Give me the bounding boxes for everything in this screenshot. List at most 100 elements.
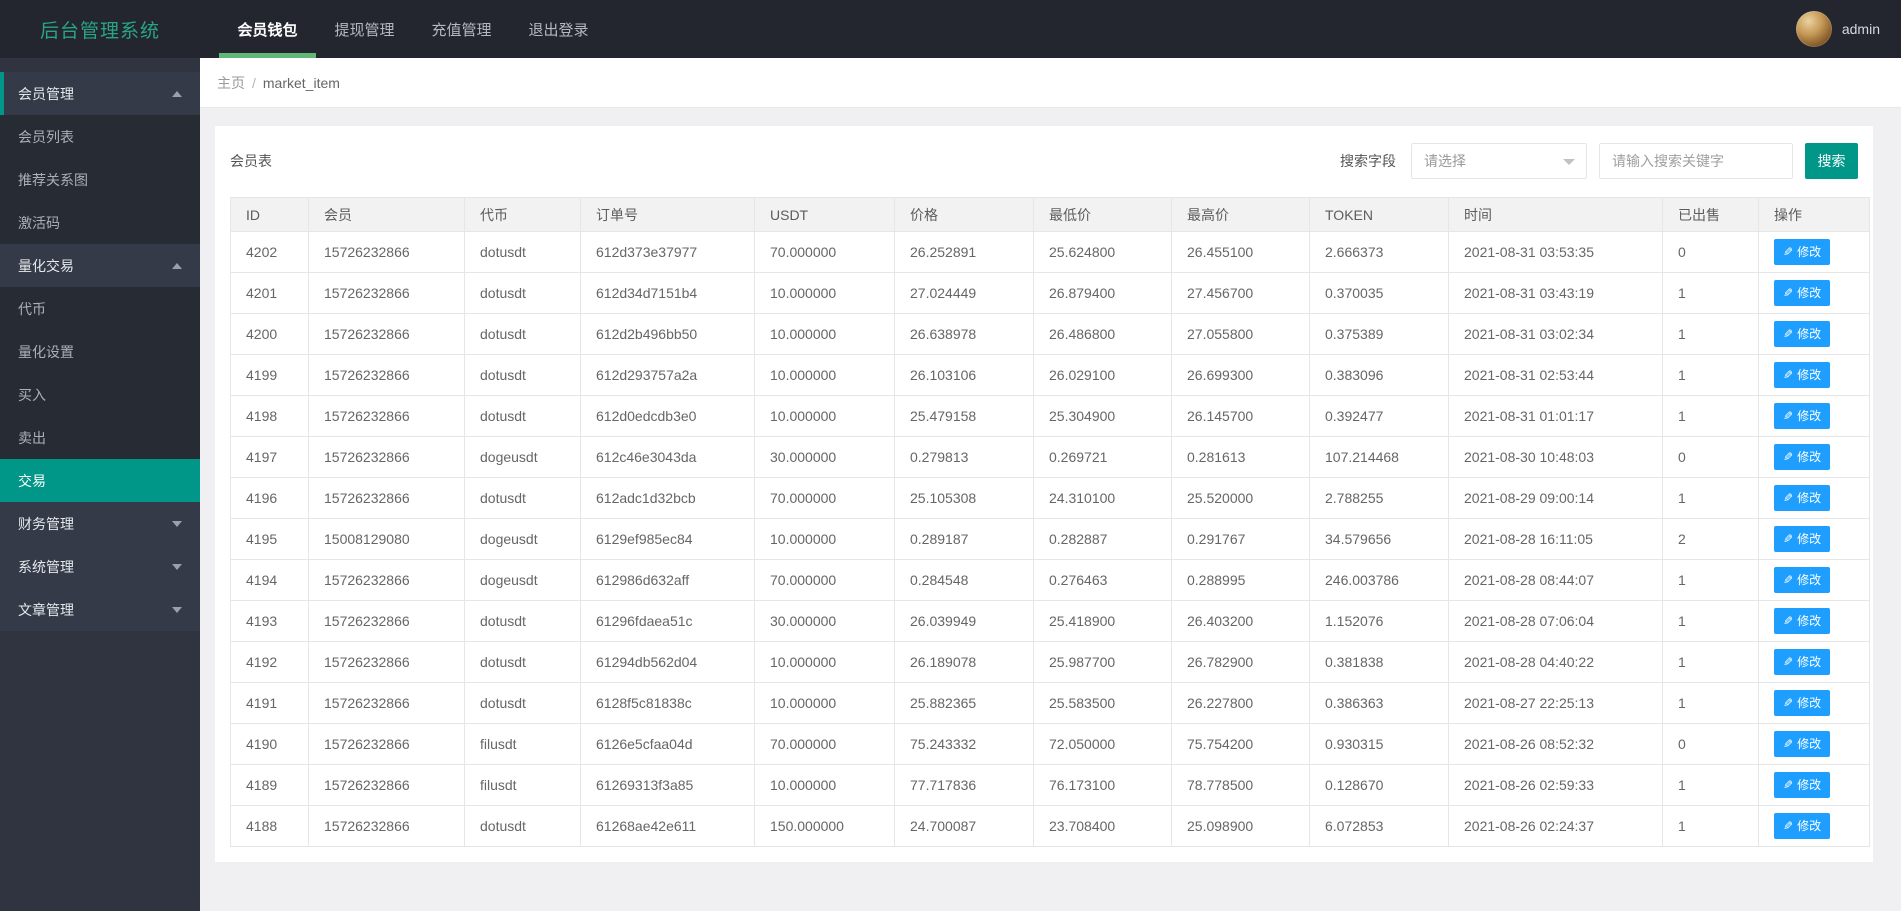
cell-time: 2021-08-31 03:53:35 (1448, 231, 1663, 273)
sidebar-item-13[interactable]: 文章管理 (0, 588, 200, 631)
cell-action: ✎ 修改 (1758, 641, 1870, 683)
sidebar-item-3[interactable]: 推荐关系图 (0, 158, 200, 201)
sidebar-item-1[interactable]: 会员管理 (0, 72, 200, 115)
cell-id: 4193 (230, 600, 309, 642)
cell-action: ✎ 修改 (1758, 559, 1870, 601)
cell-price: 24.700087 (894, 805, 1034, 847)
cell-time: 2021-08-28 08:44:07 (1448, 559, 1663, 601)
cell-order-no: 61269313f3a85 (580, 764, 755, 806)
sidebar-item-7[interactable]: 量化设置 (0, 330, 200, 373)
cell-token-amount: 0.392477 (1309, 395, 1449, 437)
cell-usdt: 30.000000 (754, 436, 895, 478)
sidebar-item-2[interactable]: 会员列表 (0, 115, 200, 158)
edit-button[interactable]: ✎ 修改 (1774, 403, 1831, 429)
edit-button[interactable]: ✎ 修改 (1774, 608, 1831, 634)
cell-usdt: 30.000000 (754, 600, 895, 642)
sidebar-item-5[interactable]: 量化交易 (0, 244, 200, 287)
edit-button[interactable]: ✎ 修改 (1774, 813, 1831, 839)
col-header-member: 会员 (308, 197, 465, 232)
cell-min-price: 25.418900 (1033, 600, 1172, 642)
cell-time: 2021-08-28 07:06:04 (1448, 600, 1663, 642)
cell-time: 2021-08-28 04:40:22 (1448, 641, 1663, 683)
edit-button[interactable]: ✎ 修改 (1774, 567, 1831, 593)
edit-button[interactable]: ✎ 修改 (1774, 772, 1831, 798)
sidebar-item-label: 量化交易 (18, 257, 74, 274)
cell-price: 75.243332 (894, 723, 1034, 765)
search-field-label: 搜索字段 (1340, 153, 1396, 169)
sidebar-item-12[interactable]: 系统管理 (0, 545, 200, 588)
cell-time: 2021-08-28 16:11:05 (1448, 518, 1663, 560)
edit-button-label: 修改 (1797, 819, 1822, 833)
edit-button[interactable]: ✎ 修改 (1774, 526, 1831, 552)
edit-button-label: 修改 (1797, 450, 1822, 464)
cell-price: 77.717836 (894, 764, 1034, 806)
tab-label: 充值管理 (431, 21, 492, 39)
cell-usdt: 10.000000 (754, 518, 895, 560)
edit-button[interactable]: ✎ 修改 (1774, 731, 1831, 757)
search-input[interactable] (1599, 143, 1793, 179)
cell-time: 2021-08-30 10:48:03 (1448, 436, 1663, 478)
edit-button[interactable]: ✎ 修改 (1774, 362, 1831, 388)
cell-max-price: 27.055800 (1171, 313, 1310, 355)
cell-id: 4200 (230, 313, 309, 355)
edit-icon: ✎ (1783, 573, 1794, 587)
cell-sold: 1 (1662, 477, 1759, 519)
edit-button[interactable]: ✎ 修改 (1774, 321, 1831, 347)
edit-button[interactable]: ✎ 修改 (1774, 280, 1831, 306)
table-row: 4194 15726232866 dogeusdt 612986d632aff 70.0… (230, 559, 1870, 601)
cell-member: 15726232866 (308, 764, 465, 806)
admin-username[interactable]: admin (1842, 21, 1880, 37)
sidebar-item-8[interactable]: 买入 (0, 373, 200, 416)
edit-button[interactable]: ✎ 修改 (1774, 690, 1831, 716)
table-row: 4191 15726232866 dotusdt 6128f5c81838c 10.00… (230, 682, 1870, 724)
cell-price: 26.103106 (894, 354, 1034, 396)
cell-max-price: 0.281613 (1171, 436, 1310, 478)
edit-icon: ✎ (1783, 245, 1794, 259)
cell-max-price: 0.288995 (1171, 559, 1310, 601)
cell-min-price: 23.708400 (1033, 805, 1172, 847)
cell-action: ✎ 修改 (1758, 764, 1870, 806)
tab-3[interactable]: 充值管理 (413, 0, 510, 58)
col-header-sold: 已出售 (1662, 197, 1759, 232)
tab-1[interactable]: 会员钱包 (219, 0, 316, 58)
col-header-max-price: 最高价 (1171, 197, 1310, 232)
cell-action: ✎ 修改 (1758, 395, 1870, 437)
sidebar-item-label: 激活码 (18, 214, 60, 231)
search-button[interactable]: 搜索 (1805, 143, 1858, 179)
tab-4[interactable]: 退出登录 (510, 0, 607, 58)
cell-token-name: filusdt (464, 723, 581, 765)
edit-button[interactable]: ✎ 修改 (1774, 239, 1831, 265)
search-field-select[interactable]: 请选择 (1411, 143, 1587, 179)
sidebar-item-10[interactable]: 交易 (0, 459, 200, 502)
cell-order-no: 6129ef985ec84 (580, 518, 755, 560)
breadcrumb-home[interactable]: 主页 (217, 73, 245, 93)
cell-min-price: 0.276463 (1033, 559, 1172, 601)
cell-time: 2021-08-31 01:01:17 (1448, 395, 1663, 437)
cell-sold: 0 (1662, 436, 1759, 478)
sidebar-item-label: 文章管理 (18, 601, 74, 618)
edit-icon: ✎ (1783, 737, 1794, 751)
edit-button[interactable]: ✎ 修改 (1774, 444, 1831, 470)
sidebar-item-11[interactable]: 财务管理 (0, 502, 200, 545)
cell-usdt: 10.000000 (754, 272, 895, 314)
cell-max-price: 0.291767 (1171, 518, 1310, 560)
sidebar-item-9[interactable]: 卖出 (0, 416, 200, 459)
edit-button[interactable]: ✎ 修改 (1774, 649, 1831, 675)
cell-sold: 1 (1662, 600, 1759, 642)
cell-sold: 2 (1662, 518, 1759, 560)
cell-action: ✎ 修改 (1758, 354, 1870, 396)
cell-max-price: 75.754200 (1171, 723, 1310, 765)
avatar[interactable] (1795, 11, 1832, 47)
cell-max-price: 26.699300 (1171, 354, 1310, 396)
tab-2[interactable]: 提现管理 (316, 0, 413, 58)
cell-token-amount: 6.072853 (1309, 805, 1449, 847)
cell-token-name: dotusdt (464, 272, 581, 314)
sidebar-item-4[interactable]: 激活码 (0, 201, 200, 244)
sidebar-item-6[interactable]: 代币 (0, 287, 200, 330)
cell-sold: 1 (1662, 354, 1759, 396)
cell-action: ✎ 修改 (1758, 723, 1870, 765)
cell-member: 15726232866 (308, 354, 465, 396)
cell-usdt: 150.000000 (754, 805, 895, 847)
edit-button[interactable]: ✎ 修改 (1774, 485, 1831, 511)
cell-price: 26.638978 (894, 313, 1034, 355)
